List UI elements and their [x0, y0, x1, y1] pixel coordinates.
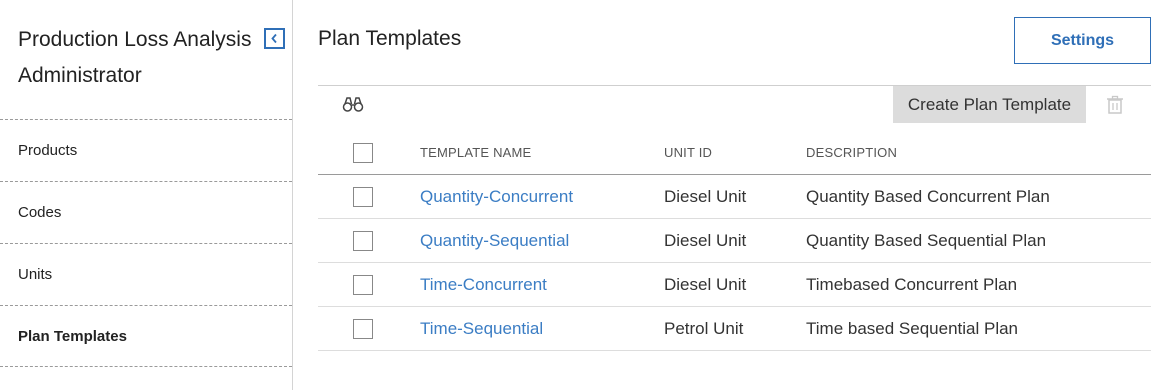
- select-all-cell: [353, 131, 373, 174]
- template-name-cell: Time-Sequential: [420, 307, 543, 350]
- sidebar: Production Loss Analysis Administrator P…: [0, 0, 293, 390]
- sidebar-item-label: Codes: [18, 204, 62, 221]
- sidebar-nav: Products Codes Units Plan Templates: [0, 119, 292, 367]
- sidebar-item-label: Plan Templates: [18, 327, 127, 345]
- description-cell: Quantity Based Concurrent Plan: [806, 186, 1050, 206]
- create-plan-template-button[interactable]: Create Plan Template: [893, 86, 1086, 123]
- template-name-cell: Quantity-Concurrent: [420, 175, 573, 218]
- row-checkbox[interactable]: [353, 230, 373, 251]
- table-row: Quantity-Sequential Diesel Unit Quantity…: [318, 219, 1151, 263]
- app-title: Production Loss Analysis Administrator: [18, 28, 252, 87]
- sidebar-item-products[interactable]: Products: [0, 119, 292, 181]
- sidebar-item-codes[interactable]: Codes: [0, 181, 292, 243]
- trash-icon: [1107, 95, 1123, 114]
- search-button[interactable]: [342, 95, 364, 113]
- template-name-link[interactable]: Quantity-Concurrent: [420, 187, 573, 207]
- page-title: Plan Templates: [318, 27, 462, 50]
- table-row: Time-Concurrent Diesel Unit Timebased Co…: [318, 263, 1151, 307]
- delete-button[interactable]: [1105, 95, 1125, 115]
- template-name-cell: Time-Concurrent: [420, 263, 547, 306]
- sidebar-item-plan-templates[interactable]: Plan Templates: [0, 305, 292, 367]
- description-cell: Quantity Based Sequential Plan: [806, 230, 1047, 250]
- template-name-cell: Quantity-Sequential: [420, 219, 569, 262]
- row-checkbox-cell: [353, 263, 373, 306]
- table-header: TEMPLATE NAME UNIT ID DESCRIPTION: [318, 131, 1151, 175]
- template-name-link[interactable]: Quantity-Sequential: [420, 231, 569, 251]
- row-checkbox-cell: [353, 307, 373, 350]
- unit-id-cell: Diesel Unit: [664, 274, 747, 294]
- column-header-description[interactable]: DESCRIPTION: [806, 131, 897, 174]
- unit-id-cell: Diesel Unit: [664, 186, 747, 206]
- unit-id-cell: Petrol Unit: [664, 318, 744, 338]
- sidebar-item-label: Products: [18, 142, 78, 159]
- template-name-link[interactable]: Time-Concurrent: [420, 275, 547, 295]
- table-row: Quantity-Concurrent Diesel Unit Quantity…: [318, 175, 1151, 219]
- description-cell: Timebased Concurrent Plan: [806, 274, 1018, 294]
- column-header-template-name[interactable]: TEMPLATE NAME: [420, 131, 531, 174]
- template-name-link[interactable]: Time-Sequential: [420, 319, 543, 339]
- plan-templates-table: TEMPLATE NAME UNIT ID DESCRIPTION Quanti…: [318, 131, 1151, 351]
- row-checkbox-cell: [353, 219, 373, 262]
- column-header-unit-id[interactable]: UNIT ID: [664, 131, 712, 174]
- unit-id-cell: Diesel Unit: [664, 230, 747, 250]
- sidebar-item-label: Units: [18, 266, 53, 283]
- sidebar-item-units[interactable]: Units: [0, 243, 292, 305]
- description-cell: Time based Sequential Plan: [806, 318, 1019, 338]
- table-row: Time-Sequential Petrol Unit Time based S…: [318, 307, 1151, 351]
- row-checkbox[interactable]: [353, 318, 373, 339]
- row-checkbox[interactable]: [353, 274, 373, 295]
- row-checkbox[interactable]: [353, 186, 373, 207]
- settings-button[interactable]: Settings: [1014, 17, 1151, 64]
- collapse-sidebar-button[interactable]: [264, 28, 285, 49]
- select-all-checkbox[interactable]: [353, 142, 373, 163]
- row-checkbox-cell: [353, 175, 373, 218]
- binoculars-icon: [342, 97, 364, 112]
- chevron-left-icon: [271, 33, 277, 44]
